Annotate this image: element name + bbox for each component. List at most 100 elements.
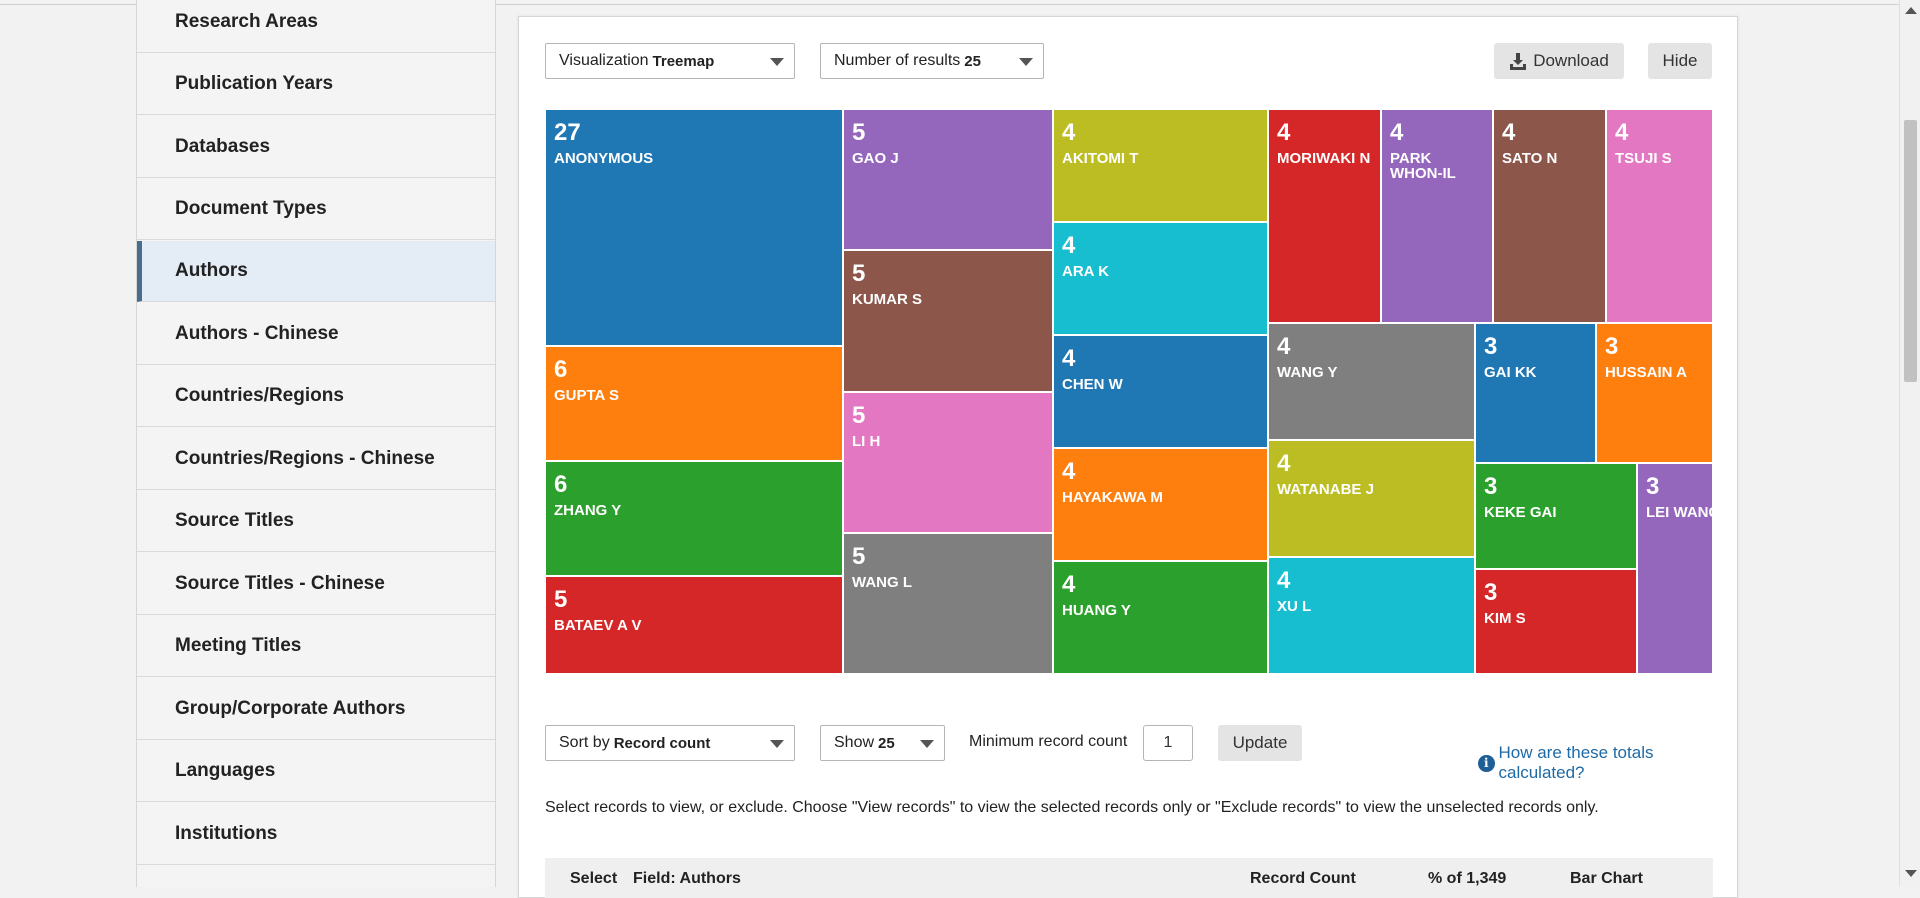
treemap-cell-label: ARA K [1062, 263, 1109, 280]
treemap-cell-kumar-s[interactable]: 5 KUMAR S [843, 250, 1053, 392]
number-of-results-select[interactable]: Number of results 25 [820, 43, 1044, 79]
treemap-cell-label: KEKE GAI [1484, 504, 1557, 521]
hide-button[interactable]: Hide [1648, 43, 1712, 79]
treemap-cell-label: TSUJI S [1615, 150, 1672, 167]
sidebar-item-label: Source Titles - Chinese [175, 573, 385, 594]
treemap-cell-count: 3 [1484, 473, 1498, 500]
treemap-cell-label: PARK WHON-IL [1390, 150, 1456, 182]
sidebar-item-group-corporate-authors[interactable]: Group/Corporate Authors [137, 679, 495, 740]
treemap-cell-count: 4 [1277, 333, 1291, 360]
treemap-cell-label: GAI KK [1484, 364, 1537, 381]
treemap-cell-count: 5 [852, 402, 866, 429]
sidebar-item-research-areas[interactable]: Research Areas [137, 0, 495, 53]
treemap-cell-label: HUANG Y [1062, 602, 1131, 619]
treemap-cell-count: 6 [554, 471, 568, 498]
treemap-cell-label: XU L [1277, 598, 1312, 615]
sidebar-item-authors[interactable]: Authors [137, 241, 495, 302]
sidebar-item-source-titles[interactable]: Source Titles [137, 491, 495, 552]
sidebar-item-source-titles-chinese[interactable]: Source Titles - Chinese [137, 554, 495, 615]
visualization-select[interactable]: Visualization Treemap [545, 43, 795, 79]
results-label: Number of results [834, 52, 961, 69]
sidebar-item-label: Countries/Regions [175, 385, 344, 406]
treemap-cell-count: 4 [1277, 567, 1291, 594]
download-label: Download [1533, 51, 1609, 70]
scrollbar-thumb[interactable] [1904, 120, 1917, 382]
treemap-cell-count: 3 [1484, 333, 1498, 360]
treemap-cell-kim-s[interactable]: 3 KIM S [1475, 569, 1637, 674]
column-header-percent: % of 1,349 [1428, 870, 1507, 887]
sort-value: Record count [613, 734, 711, 752]
treemap-cell-sato-n[interactable]: 4 SATO N [1493, 109, 1606, 323]
treemap-cell-bataev-a-v[interactable]: 5 BATAEV A V [545, 576, 843, 674]
treemap-cell-wang-y[interactable]: 4 WANG Y [1268, 323, 1475, 440]
sidebar-item-label: Meeting Titles [175, 635, 302, 656]
update-label: Update [1232, 733, 1288, 752]
column-header-bar-chart: Bar Chart [1570, 870, 1643, 887]
show-value: 25 [878, 734, 895, 752]
treemap-cell-label: SATO N [1502, 150, 1558, 167]
treemap-cell-hayakawa-m[interactable]: 4 HAYAKAWA M [1053, 448, 1268, 561]
treemap-cell-keke-gai[interactable]: 3 KEKE GAI [1475, 463, 1637, 569]
treemap-cell-gupta-s[interactable]: 6 GUPTA S [545, 346, 843, 461]
sidebar-item-document-types[interactable]: Document Types [137, 179, 495, 240]
scroll-down-icon[interactable] [1905, 870, 1917, 877]
minimum-record-count-input[interactable] [1143, 725, 1193, 761]
treemap-cell-ara-k[interactable]: 4 ARA K [1053, 222, 1268, 335]
page-scrollbar[interactable] [1899, 0, 1920, 887]
treemap-cell-tsuji-s[interactable]: 4 TSUJI S [1606, 109, 1713, 323]
sidebar-item-label: Databases [175, 136, 271, 157]
treemap-cell-zhang-y[interactable]: 6 ZHANG Y [545, 461, 843, 576]
sidebar-item-countries-regions[interactable]: Countries/Regions [137, 366, 495, 427]
sidebar-item-authors-chinese[interactable]: Authors - Chinese [137, 304, 495, 365]
download-button[interactable]: Download [1494, 43, 1624, 79]
treemap-cell-lei-wang[interactable]: 3 LEI WANG [1637, 463, 1713, 674]
treemap-cell-li-h[interactable]: 5 LI H [843, 392, 1053, 533]
sidebar-item-languages[interactable]: Languages [137, 741, 495, 802]
sidebar-item-label: Source Titles [175, 510, 294, 531]
treemap-cell-label: ANONYMOUS [554, 150, 654, 167]
scroll-up-icon[interactable] [1905, 7, 1917, 14]
treemap-cell-hussain-a[interactable]: 3 HUSSAIN A [1596, 323, 1713, 463]
download-icon [1510, 52, 1527, 70]
treemap-cell-moriwaki-n[interactable]: 4 MORIWAKI N [1268, 109, 1381, 323]
sidebar-item-label: Authors - Chinese [175, 323, 339, 344]
treemap-cell-label: GUPTA S [554, 387, 620, 404]
treemap-cell-wang-l[interactable]: 5 WANG L [843, 533, 1053, 674]
treemap-cell-xu-l[interactable]: 4 XU L [1268, 557, 1475, 674]
treemap-cell-label: CHEN W [1062, 376, 1123, 393]
results-table-header: Select Field: Authors Record Count % of … [545, 858, 1713, 898]
treemap-cell-label: BATAEV A V [554, 617, 642, 634]
show-count-select[interactable]: Show 25 [820, 725, 945, 761]
show-label: Show [834, 734, 875, 751]
treemap-cell-count: 5 [554, 586, 568, 613]
sidebar-item-publication-years[interactable]: Publication Years [137, 54, 495, 115]
totals-help-text: How are these totals calculated? [1498, 743, 1654, 782]
treemap-cell-label: HUSSAIN A [1605, 364, 1687, 381]
sidebar-item-countries-regions-chinese[interactable]: Countries/Regions - Chinese [137, 429, 495, 490]
treemap-cell-huang-y[interactable]: 4 HUANG Y [1053, 561, 1268, 674]
sidebar-item-institutions[interactable]: Institutions [137, 804, 495, 865]
treemap-cell-park-whon-il[interactable]: 4 PARK WHON-IL [1381, 109, 1493, 323]
sort-by-select[interactable]: Sort by Record count [545, 725, 795, 761]
treemap-cell-akitomi-t[interactable]: 4 AKITOMI T [1053, 109, 1268, 222]
column-header-field: Field: Authors [633, 870, 741, 887]
treemap-cell-label: ZHANG Y [554, 502, 622, 519]
treemap-cell-watanabe-j[interactable]: 4 WATANABE J [1268, 440, 1475, 557]
sidebar-item-meeting-titles[interactable]: Meeting Titles [137, 616, 495, 677]
analysis-field-sidebar: Research Areas Publication Years Databas… [136, 0, 496, 887]
update-button[interactable]: Update [1218, 725, 1302, 761]
treemap-cell-count: 4 [1062, 345, 1076, 372]
treemap-cell-count: 4 [1390, 119, 1404, 146]
totals-help-link[interactable]: i How are these totals calculated? [1478, 743, 1737, 783]
treemap-cell-anonymous[interactable]: 27 ANONYMOUS [545, 109, 843, 346]
sidebar-item-databases[interactable]: Databases [137, 117, 495, 178]
treemap-cell-chen-w[interactable]: 4 CHEN W [1053, 335, 1268, 448]
treemap-cell-count: 4 [1062, 458, 1076, 485]
treemap-cell-count: 27 [554, 119, 581, 146]
chevron-down-icon [1019, 58, 1033, 66]
treemap-cell-count: 4 [1615, 119, 1629, 146]
sidebar-item-label: Countries/Regions - Chinese [175, 448, 435, 469]
treemap-cell-label: WANG L [852, 574, 912, 591]
treemap-cell-gao-j[interactable]: 5 GAO J [843, 109, 1053, 250]
treemap-cell-gai-kk[interactable]: 3 GAI KK [1475, 323, 1596, 463]
